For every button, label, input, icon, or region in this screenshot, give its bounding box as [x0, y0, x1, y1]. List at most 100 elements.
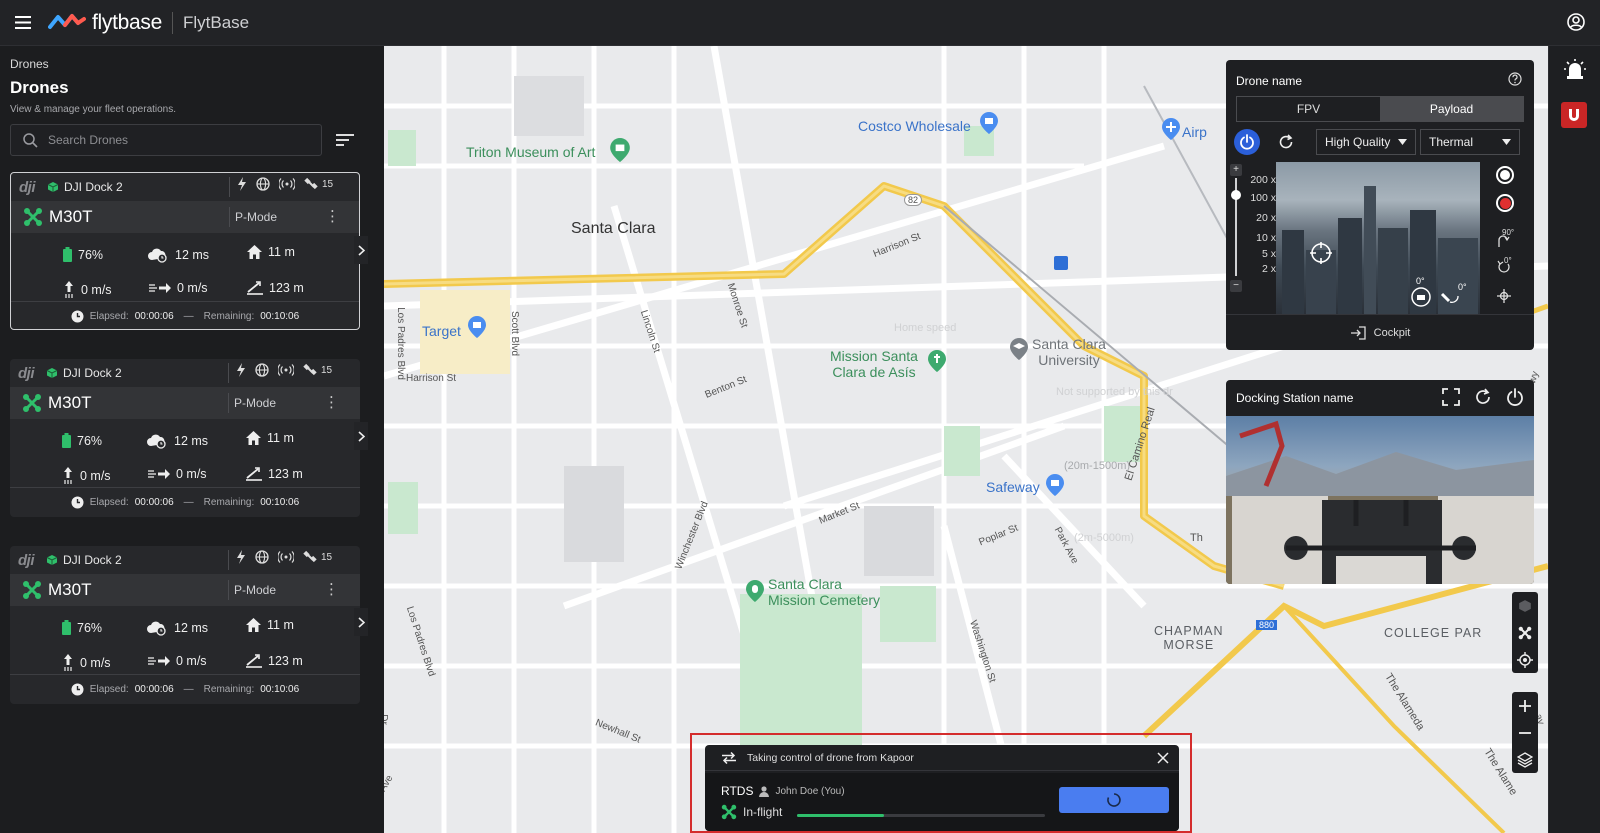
horizontal-speed-stat: 0 m/s — [148, 467, 207, 481]
altitude-value: 123 m — [268, 467, 303, 481]
zoom-level[interactable]: 10 x — [1246, 232, 1276, 244]
drones-sidebar: Drones Drones View & manage your fleet o… — [0, 46, 384, 833]
sort-icon[interactable] — [334, 130, 356, 150]
zoom-level[interactable]: 100 x — [1246, 192, 1276, 204]
crosshair-icon — [1310, 242, 1332, 264]
quality-value: High Quality — [1325, 135, 1391, 149]
time-separator: — — [183, 497, 194, 508]
record-video-button[interactable] — [1496, 194, 1514, 212]
refresh-icon[interactable] — [1474, 388, 1492, 406]
dock-cube-icon — [47, 182, 59, 192]
menu-icon[interactable] — [0, 0, 46, 46]
vertical-speed-stat: 0 m/s — [62, 467, 111, 485]
drone-model: M30T — [49, 207, 93, 226]
map-poi-cemetery[interactable]: Santa Clara Mission Cemetery — [768, 576, 880, 608]
help-icon[interactable] — [1508, 72, 1522, 91]
drone-card[interactable]: dji DJI Dock 2 15 M30T P-Mode ⋮ 76% 12 m… — [10, 359, 360, 517]
refresh-icon[interactable] — [1268, 129, 1304, 155]
cloud-clock-icon — [148, 248, 167, 263]
status-icons: 15 — [236, 550, 332, 564]
horizontal-speed-stat: 0 m/s — [149, 281, 208, 295]
divider — [228, 393, 229, 413]
map-layers-icon[interactable] — [1512, 746, 1538, 773]
integration-app-icon[interactable] — [1561, 102, 1587, 128]
zoom-level[interactable]: 200 x — [1246, 174, 1276, 186]
map-poi-triton[interactable]: Triton Museum of Art — [466, 144, 595, 160]
cockpit-link[interactable]: Cockpit — [1226, 314, 1534, 350]
map-poi-mission[interactable]: Mission Santa Clara de Asís — [830, 348, 918, 380]
drone-video-panel: Drone name FPV Payload High Quality Ther… — [1226, 60, 1534, 350]
gimbal-reset-icon[interactable] — [1496, 260, 1512, 274]
drone-card[interactable]: dji DJI Dock 2 15 M30T P-Mode ⋮ 76% 12 m… — [10, 172, 360, 330]
gimbal-center-icon[interactable] — [1495, 288, 1513, 304]
ghost-label: (20m-1500m) — [1064, 460, 1131, 472]
map-poi-target[interactable]: Target — [422, 323, 461, 339]
dock-label: DJI Dock 2 — [64, 180, 123, 194]
latency-stat: 12 ms — [146, 433, 208, 449]
divider — [229, 177, 230, 197]
horizontal-speed-value: 0 m/s — [177, 281, 208, 295]
drone-locate-icon[interactable] — [1512, 619, 1538, 646]
map-poi-airport[interactable]: Airp — [1182, 124, 1207, 140]
accept-control-button[interactable] — [1059, 787, 1169, 813]
zoom-out-icon[interactable]: − — [1230, 280, 1242, 292]
toast-body: RTDS John Doe (You) In-flight — [705, 773, 1179, 831]
breadcrumb[interactable]: Drones — [10, 57, 49, 71]
satellite-count: 15 — [303, 550, 332, 564]
right-rail — [1548, 46, 1600, 833]
capture-photo-button[interactable] — [1496, 166, 1514, 184]
remaining-value: 00:10:06 — [260, 497, 300, 508]
zoom-level[interactable]: 20 x — [1246, 212, 1276, 224]
power-icon[interactable] — [1506, 388, 1524, 406]
card-header: dji DJI Dock 2 15 — [11, 173, 359, 201]
close-icon[interactable] — [1157, 751, 1169, 769]
search-input[interactable] — [48, 133, 298, 147]
map-poi-university[interactable]: Santa Clara University — [1032, 336, 1106, 368]
quality-select[interactable]: High Quality — [1316, 129, 1416, 155]
map-poi-costco[interactable]: Costco Wholesale — [858, 118, 971, 134]
zoom-slider[interactable]: + − 200 x 100 x 20 x 10 x 5 x 2 x — [1230, 164, 1278, 304]
account-icon[interactable] — [1566, 12, 1586, 37]
latency-stat: 12 ms — [147, 247, 209, 263]
map-poi-safeway[interactable]: Safeway — [986, 479, 1040, 495]
divider — [228, 363, 229, 383]
flight-time-footer: Elapsed: 00:00:06 — Remaining: 00:10:06 — [10, 487, 360, 517]
brand-logo[interactable]: flytbase — [48, 11, 162, 35]
expand-card-button[interactable] — [354, 236, 368, 264]
more-options-icon[interactable]: ⋮ — [324, 580, 339, 600]
elapsed-value: 00:00:06 — [134, 497, 174, 508]
camera-power-button[interactable] — [1234, 129, 1260, 155]
alarm-icon[interactable] — [1564, 58, 1586, 85]
more-options-icon[interactable]: ⋮ — [324, 393, 339, 413]
remaining-value: 00:10:06 — [260, 311, 300, 322]
fullscreen-icon[interactable] — [1442, 388, 1460, 406]
zoom-thumb[interactable] — [1231, 190, 1241, 200]
dock-cube-icon[interactable] — [1512, 592, 1538, 619]
tab-fpv[interactable]: FPV — [1237, 97, 1380, 121]
tab-payload[interactable]: Payload — [1380, 97, 1523, 121]
zoom-in-icon[interactable]: + — [1230, 164, 1242, 176]
flight-mode: P-Mode — [234, 583, 277, 597]
swap-icon — [722, 751, 736, 764]
expand-card-button[interactable] — [354, 422, 368, 450]
gimbal-tilt-icon[interactable] — [1496, 234, 1512, 248]
zoom-level[interactable]: 5 x — [1246, 248, 1276, 260]
card-header: dji DJI Dock 2 15 — [10, 546, 360, 574]
elapsed-value: 00:00:06 — [134, 684, 174, 695]
zoom-level[interactable]: 2 x — [1246, 263, 1276, 275]
payload-video-feed[interactable]: 0° 0° — [1276, 162, 1480, 314]
dock-label: DJI Dock 2 — [63, 366, 122, 380]
map-zoom-in-icon[interactable] — [1512, 692, 1538, 719]
map-zoom-out-icon[interactable] — [1512, 719, 1538, 746]
caret-down-icon — [1502, 139, 1511, 145]
drone-icon — [24, 208, 42, 226]
drone-card[interactable]: dji DJI Dock 2 15 M30T P-Mode ⋮ 76% 12 m… — [10, 546, 360, 704]
battery-value: 76% — [77, 433, 103, 448]
more-options-icon[interactable]: ⋮ — [325, 207, 340, 227]
camera-select[interactable]: Thermal — [1420, 129, 1520, 155]
expand-card-button[interactable] — [354, 608, 368, 636]
my-location-icon[interactable] — [1512, 646, 1538, 673]
dock-video-feed[interactable] — [1226, 416, 1534, 584]
altitude-icon — [246, 467, 262, 481]
elapsed-label: Elapsed: — [89, 311, 129, 322]
